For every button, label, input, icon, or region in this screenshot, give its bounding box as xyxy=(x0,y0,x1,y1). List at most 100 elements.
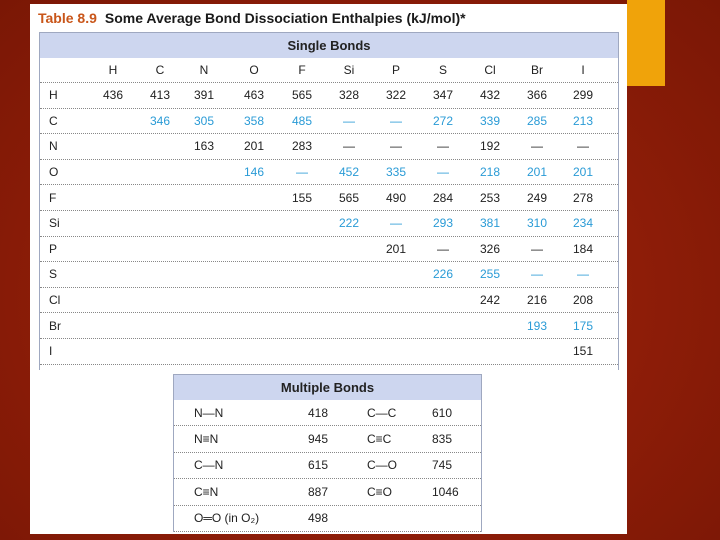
table-row: Br 193 175 xyxy=(40,313,618,339)
table-cell: 218 xyxy=(479,165,501,180)
bond-enthalpy: 498 xyxy=(308,511,329,526)
table-row: C—N 615 C—O 745 xyxy=(174,453,481,480)
table-cell: 347 xyxy=(432,88,454,103)
table-cell: 201 xyxy=(572,165,594,180)
table-cell: 283 xyxy=(291,139,313,154)
table-row: F 155 565 490 284 253 249 278 xyxy=(40,185,618,211)
bond-type: C≡O xyxy=(367,484,393,499)
table-cell: 565 xyxy=(338,190,360,205)
table-cell: 278 xyxy=(572,190,594,205)
column-header: C xyxy=(155,63,165,77)
table-cell: — xyxy=(296,165,308,180)
table-cell: — xyxy=(531,241,543,256)
textbook-page: Table 8.9 Some Average Bond Dissociation … xyxy=(30,4,627,534)
bond-enthalpy: 887 xyxy=(308,484,329,499)
table-row: O 146 — 452 335 — 218 201 201 xyxy=(40,160,618,186)
bond-type: C≡C xyxy=(367,432,392,447)
table-title: Table 8.9 Some Average Bond Dissociation … xyxy=(38,7,466,29)
column-header: O xyxy=(249,63,259,77)
bond-type: C—C xyxy=(367,405,397,420)
table-cell: — xyxy=(437,241,449,256)
bond-type: C—O xyxy=(367,458,397,473)
table-cell: 490 xyxy=(385,190,407,205)
table-cell: 249 xyxy=(526,190,548,205)
table-cell: 201 xyxy=(526,165,548,180)
row-label: Br xyxy=(49,318,61,333)
table-cell: 253 xyxy=(479,190,501,205)
table-row: N≡N 945 C≡C 835 xyxy=(174,426,481,453)
column-header-row: H C N O F Si P S Cl Br I xyxy=(40,58,618,83)
table-cell: — xyxy=(577,139,589,154)
table-cell: — xyxy=(531,139,543,154)
multiple-bonds-header: Multiple Bonds xyxy=(174,375,481,400)
table-row: S 226 255 — — xyxy=(40,262,618,288)
table-cell: — xyxy=(343,139,355,154)
bond-enthalpy: 615 xyxy=(308,458,329,473)
table-cell: — xyxy=(390,113,402,128)
bond-enthalpy: 945 xyxy=(308,432,329,447)
row-label: Si xyxy=(49,216,60,231)
table-row: C 346 305 358 485 — — 272 339 285 213 xyxy=(40,109,618,135)
table-cell: 463 xyxy=(243,88,265,103)
table-cell: 285 xyxy=(526,113,548,128)
table-cell: 192 xyxy=(479,139,501,154)
table-cell: 184 xyxy=(572,241,594,256)
table-cell: 381 xyxy=(479,216,501,231)
table-row: H 436 413 391 463 565 328 322 347 432 366 299 xyxy=(40,83,618,109)
bond-type: N≡N xyxy=(194,432,219,447)
row-label: C xyxy=(49,113,58,128)
table-cell: 346 xyxy=(149,113,171,128)
column-header: N xyxy=(199,63,209,77)
table-cell: — xyxy=(390,139,402,154)
row-label: N xyxy=(49,139,58,154)
table-cell: 255 xyxy=(479,267,501,282)
table-cell: 284 xyxy=(432,190,454,205)
table-cell: 216 xyxy=(526,293,548,308)
table-cell: 242 xyxy=(479,293,501,308)
table-cell: 226 xyxy=(432,267,454,282)
bond-type: O═O (in O₂) xyxy=(194,511,260,526)
row-label: F xyxy=(49,190,57,205)
table-cell: 234 xyxy=(572,216,594,231)
table-cell: 305 xyxy=(193,113,215,128)
table-row: N 163 201 283 — — — 192 — — xyxy=(40,134,618,160)
table-cell: 339 xyxy=(479,113,501,128)
multiple-bonds-table: Multiple Bonds N—N 418 C—C 610 N≡N 945 C≡C 835 C… xyxy=(173,374,482,532)
table-row: Si 222 — 293 381 310 234 xyxy=(40,211,618,237)
table-cell: 155 xyxy=(291,190,313,205)
column-header: Cl xyxy=(484,63,496,77)
bond-enthalpy: 745 xyxy=(432,458,453,473)
table-cell: 151 xyxy=(572,344,594,359)
table-cell: 565 xyxy=(291,88,313,103)
table-cell: 432 xyxy=(479,88,501,103)
table-row: P 201 — 326 — 184 xyxy=(40,237,618,263)
table-cell: 310 xyxy=(526,216,548,231)
row-label: P xyxy=(49,241,58,256)
table-cell: 485 xyxy=(291,113,313,128)
single-bonds-grid: H C N O F Si P S Cl Br I H 436 413 391 463 565 328 322 347 4… xyxy=(40,58,618,365)
column-header: Si xyxy=(343,63,355,77)
bond-enthalpy: 835 xyxy=(432,432,453,447)
bond-type: C≡N xyxy=(194,484,219,499)
bond-enthalpy: 610 xyxy=(432,405,453,420)
table-cell: 366 xyxy=(526,88,548,103)
table-cell: — xyxy=(390,216,402,231)
table-cell: 175 xyxy=(572,318,594,333)
bond-type: C—N xyxy=(194,458,224,473)
multiple-bonds-grid: N—N 418 C—C 610 N≡N 945 C≡C 835 C—N 615 C—O 745 C≡N 8… xyxy=(174,400,481,532)
table-cell: 358 xyxy=(243,113,265,128)
table-cell: 201 xyxy=(243,139,265,154)
accent-bar xyxy=(627,0,665,86)
table-cell: 163 xyxy=(193,139,215,154)
table-cell: 335 xyxy=(385,165,407,180)
table-title-text: Some Average Bond Dissociation Enthalpie… xyxy=(104,10,466,26)
table-row: O═O (in O₂) 498 xyxy=(174,506,481,532)
row-label: I xyxy=(49,344,53,359)
row-label: O xyxy=(49,165,59,180)
table-cell: 413 xyxy=(149,88,171,103)
table-cell: — xyxy=(437,165,449,180)
table-cell: 452 xyxy=(338,165,360,180)
table-cell: 201 xyxy=(385,241,407,256)
column-header: P xyxy=(391,63,401,77)
row-label: S xyxy=(49,267,58,282)
